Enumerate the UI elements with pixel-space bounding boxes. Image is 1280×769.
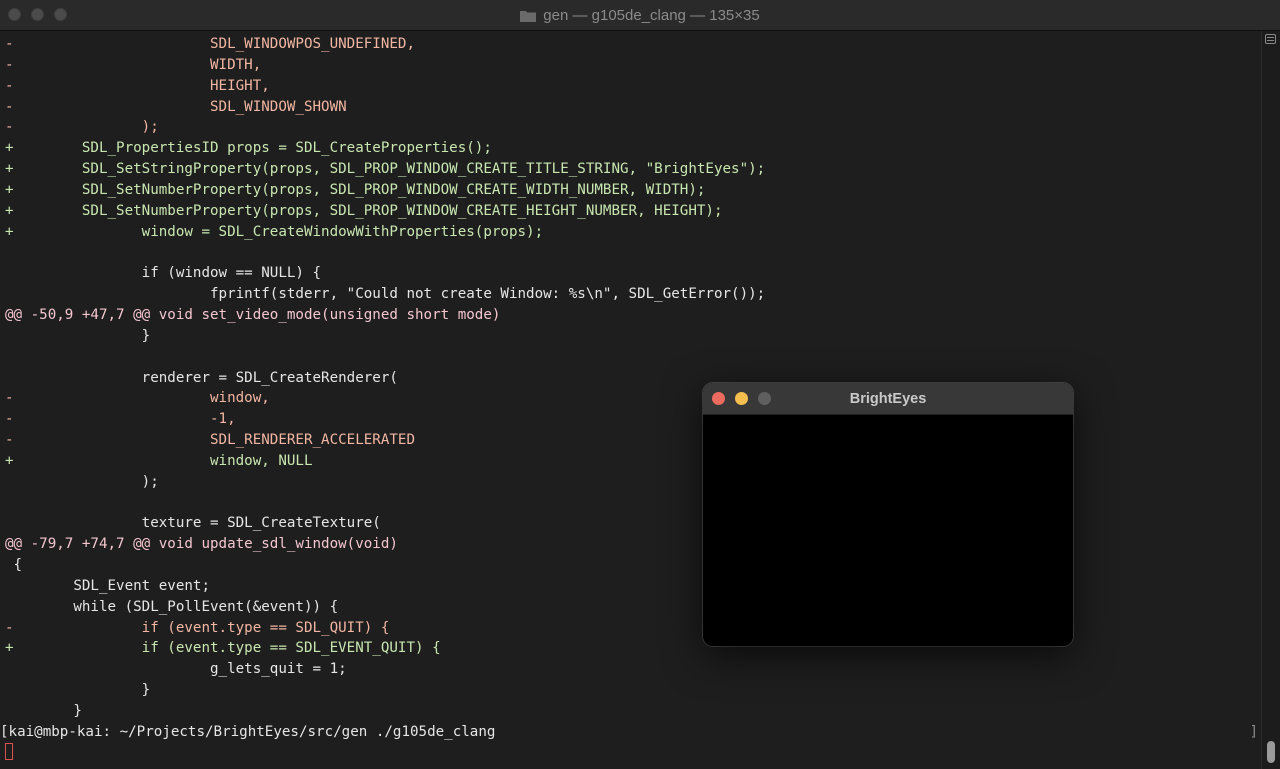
diff-added-line: + SDL_SetStringProperty(props, SDL_PROP_…	[5, 161, 766, 178]
split-pane-icon[interactable]	[1265, 34, 1276, 44]
scrollbar-thumb[interactable]	[1267, 741, 1275, 763]
diff-context-line: fprintf(stderr, "Could not create Window…	[5, 286, 766, 303]
diff-added-line: + SDL_SetNumberProperty(props, SDL_PROP_…	[5, 181, 706, 198]
prompt-right-bracket: ]	[1249, 724, 1258, 740]
folder-icon	[520, 9, 537, 22]
title-bar[interactable]: gen — g105de_clang — 135×35	[0, 0, 1280, 31]
zoom-button[interactable]	[54, 8, 67, 21]
diff-removed-line: - SDL_WINDOWPOS_UNDEFINED,	[5, 36, 415, 52]
window-title: gen — g105de_clang — 135×35	[543, 6, 760, 24]
diff-added-line: + SDL_SetNumberProperty(props, SDL_PROP_…	[5, 202, 723, 219]
diff-added-line: + window = SDL_CreateWindowWithPropertie…	[5, 223, 544, 240]
diff-removed-line: - HEIGHT,	[5, 77, 270, 94]
brighteyes-window[interactable]: BrightEyes	[703, 383, 1073, 646]
diff-context-line	[0, 347, 1262, 368]
diff-removed-line: - );	[5, 119, 159, 136]
terminal-cursor	[5, 742, 13, 760]
diff-removed-line: - SDL_WINDOW_SHOWN	[5, 98, 347, 115]
input-line[interactable]	[0, 742, 1262, 764]
brighteyes-title: BrightEyes	[849, 390, 927, 407]
diff-context-line: }	[5, 682, 151, 699]
diff-removed-line: - WIDTH,	[5, 56, 262, 73]
scrollbar[interactable]	[1261, 31, 1280, 769]
diff-context-line: }	[5, 327, 151, 344]
diff-context-line: if (window == NULL) {	[5, 265, 322, 282]
diff-hunk-header: @@ -50,9 +47,7 @@ void set_video_mode(un…	[5, 306, 501, 323]
diff-added-line: + SDL_PropertiesID props = SDL_CreatePro…	[5, 140, 492, 157]
terminal-window: gen — g105de_clang — 135×35 - SDL_WINDOW…	[0, 0, 1280, 769]
diff-context-line: g_lets_quit = 1;	[5, 661, 347, 678]
close-button[interactable]	[8, 8, 21, 21]
shell-prompt: [kai@mbp-kai: ~/Projects/BrightEyes/src/…	[0, 723, 496, 740]
window-title-area: gen — g105de_clang — 135×35	[0, 0, 1280, 30]
diff-context-line: }	[5, 703, 82, 719]
brighteyes-title-bar[interactable]: BrightEyes	[703, 383, 1073, 415]
diff-context-line	[0, 242, 1262, 263]
minimize-button[interactable]	[31, 8, 44, 21]
brighteyes-canvas[interactable]	[703, 415, 1073, 646]
